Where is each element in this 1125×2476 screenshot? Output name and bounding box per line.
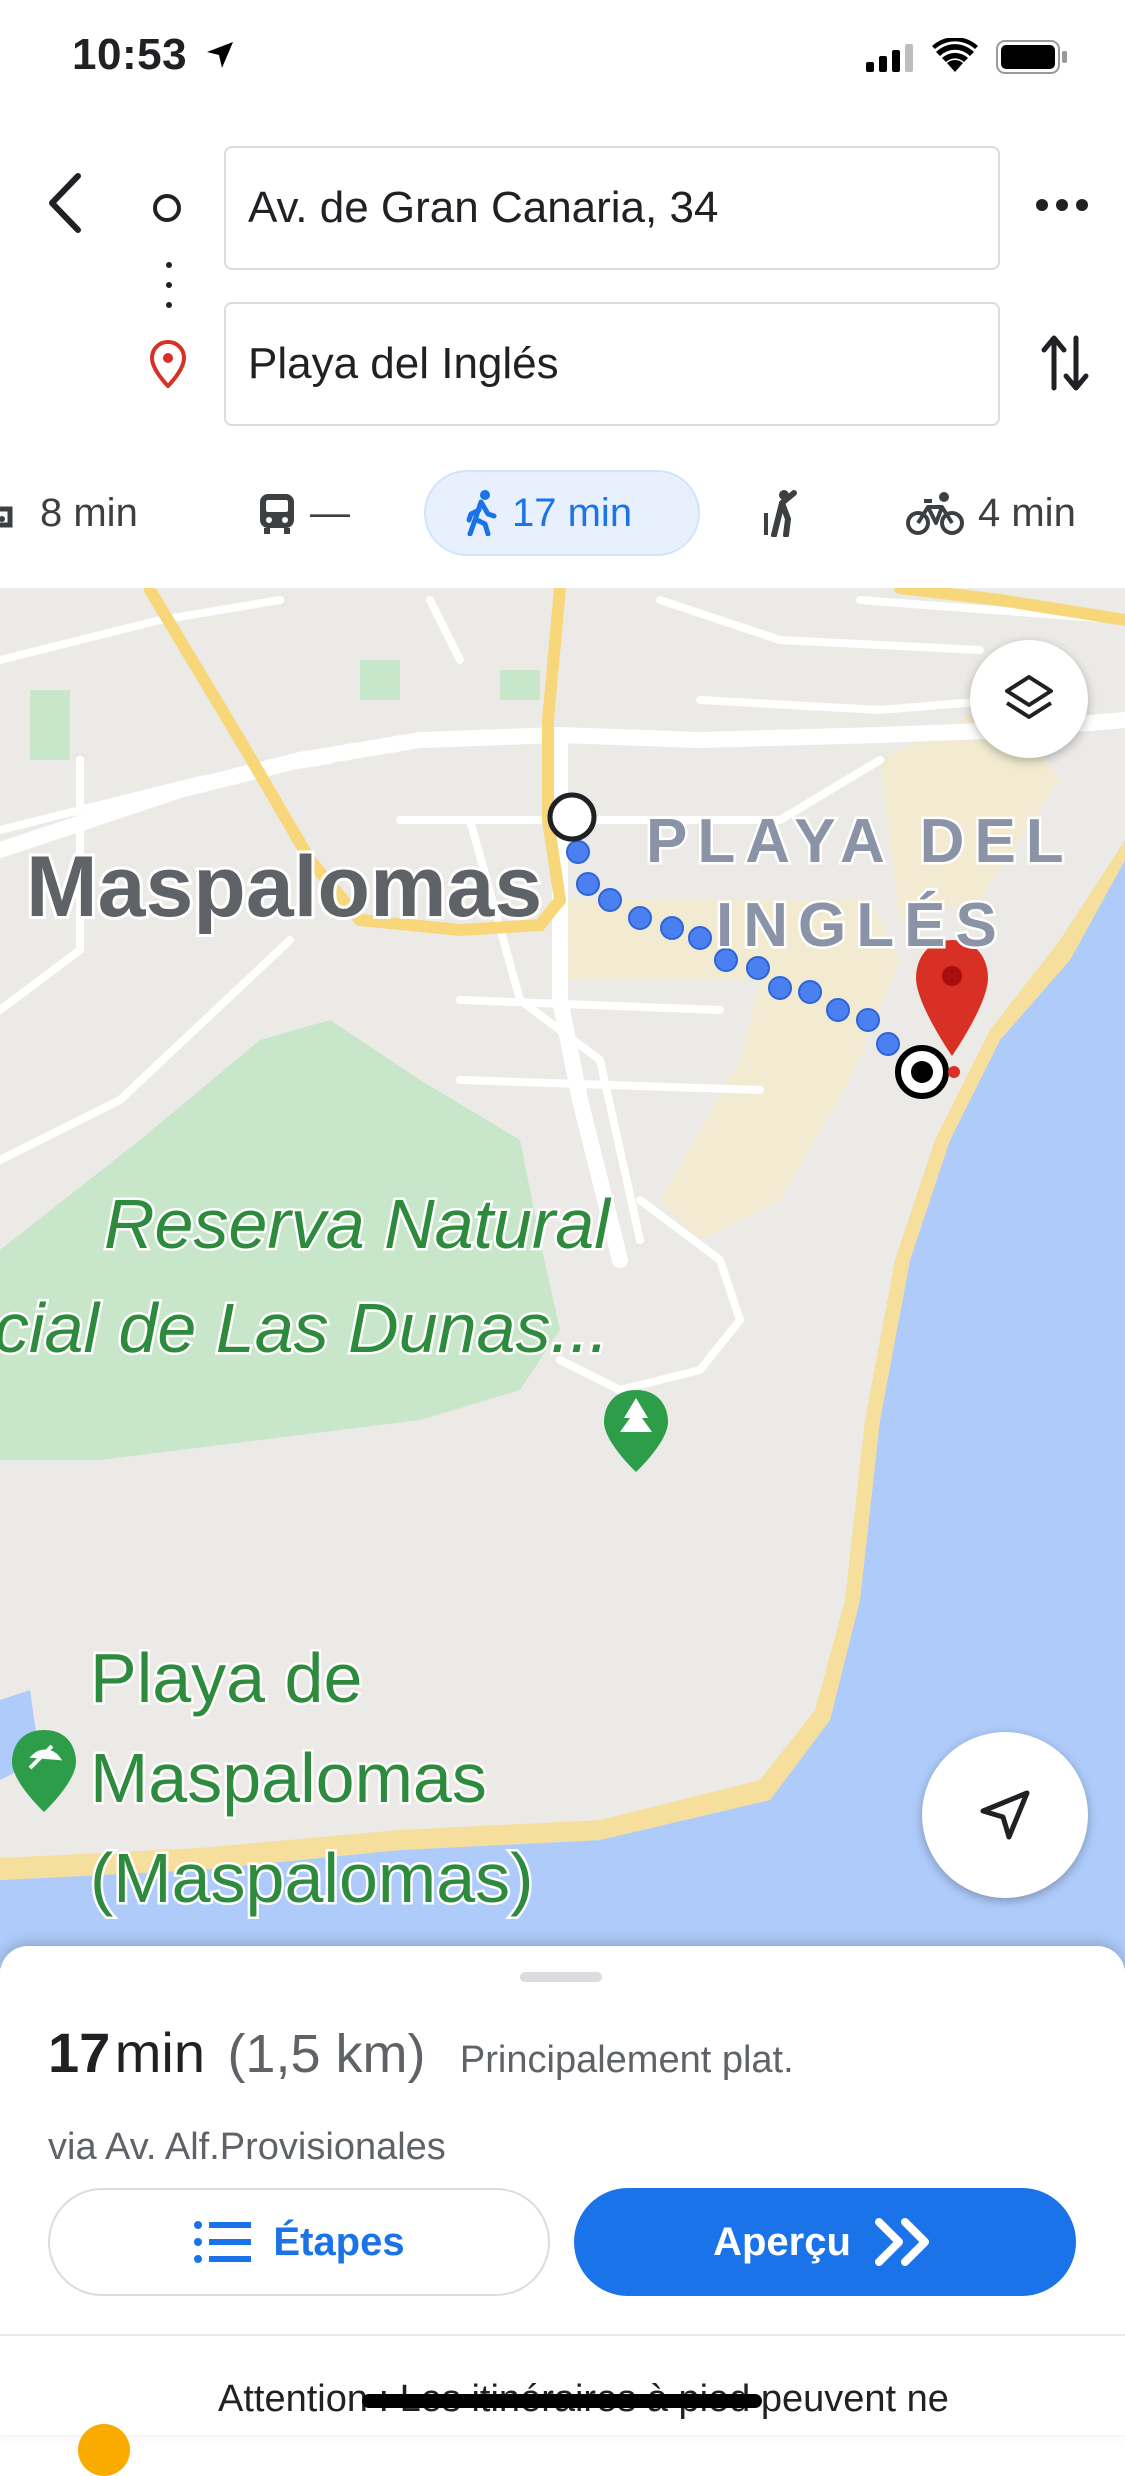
- home-indicator[interactable]: [362, 2394, 762, 2408]
- recenter-button[interactable]: [922, 1732, 1088, 1898]
- tab-driving-label: 8 min: [40, 490, 138, 535]
- swap-directions-icon[interactable]: [1040, 332, 1090, 394]
- duration-value: 17: [48, 2021, 111, 2084]
- status-time: 10:53: [72, 30, 188, 79]
- cellular-signal-icon: [866, 44, 913, 72]
- tab-transit[interactable]: —: [258, 470, 350, 556]
- sheet-divider: [0, 2334, 1125, 2336]
- destination-pin-icon: [150, 340, 186, 388]
- sheet-drag-handle[interactable]: [520, 1972, 602, 1982]
- tab-rideshare[interactable]: [762, 470, 802, 556]
- travel-mode-tabs: 8 min — 17 min 4 min: [0, 470, 1125, 582]
- preview-button[interactable]: Aperçu: [574, 2188, 1076, 2296]
- map-label-beach-3: (Maspalomas): [90, 1839, 533, 1917]
- layers-icon: [1005, 675, 1053, 719]
- car-icon: [0, 506, 13, 528]
- map-label-reserve-2: cial de Las Dunas...: [0, 1289, 609, 1367]
- map-label-reserve-1: Reserva Natural: [104, 1185, 612, 1263]
- battery-icon: [996, 40, 1067, 74]
- route-origin-marker: [547, 792, 597, 842]
- steps-label: Étapes: [273, 2219, 405, 2264]
- route-end-marker: [895, 1045, 949, 1099]
- transit-icon: [260, 494, 294, 534]
- origin-input[interactable]: Av. de Gran Canaria, 34: [224, 146, 1000, 270]
- map-label-beach-1: Playa de: [90, 1639, 362, 1717]
- more-options-icon[interactable]: [1035, 198, 1089, 212]
- route-terrain: Principalement plat.: [459, 2039, 794, 2081]
- double-chevron-icon: [874, 2218, 929, 2266]
- bike-icon: [906, 492, 964, 535]
- map-label-district-1: PLAYA DEL: [646, 807, 1074, 876]
- origin-circle-icon: [153, 194, 181, 222]
- tab-cycling[interactable]: 4 min: [906, 470, 1076, 556]
- map-label-town: Maspalomas: [26, 839, 542, 935]
- route-distance: (1,5 km): [227, 2024, 426, 2084]
- route-summary-sheet: 17 min (1,5 km) Principalement plat. via…: [0, 1946, 1125, 2476]
- wifi-icon: [932, 38, 978, 72]
- location-arrow-icon: [207, 42, 233, 68]
- steps-button[interactable]: Étapes: [48, 2188, 550, 2296]
- duration-unit: min: [114, 2021, 205, 2084]
- warning-icon: [78, 2424, 130, 2476]
- rideshare-icon: [764, 490, 797, 537]
- walk-icon: [466, 490, 497, 536]
- destination-input[interactable]: Playa del Inglés: [224, 302, 1000, 426]
- route-via: via Av. Alf.Provisionales: [48, 2126, 446, 2168]
- map-label-district-2: INGLÉS: [716, 891, 1007, 960]
- tab-walking[interactable]: 17 min: [424, 470, 700, 556]
- tab-cycling-label: 4 min: [978, 490, 1076, 535]
- back-button[interactable]: [38, 168, 98, 238]
- preview-label: Aperçu: [713, 2219, 851, 2264]
- navigation-arrow-icon: [980, 1790, 1030, 1840]
- map-layers-button[interactable]: [970, 640, 1088, 758]
- route-duration-row: 17 min (1,5 km) Principalement plat.: [48, 2020, 794, 2085]
- map-label-beach-2: Maspalomas: [90, 1739, 487, 1817]
- status-bar: 10:53: [0, 0, 1125, 120]
- list-icon: [194, 2221, 252, 2263]
- tab-driving[interactable]: 8 min: [0, 470, 138, 556]
- tab-transit-label: —: [310, 490, 350, 535]
- tab-walking-label: 17 min: [512, 490, 633, 535]
